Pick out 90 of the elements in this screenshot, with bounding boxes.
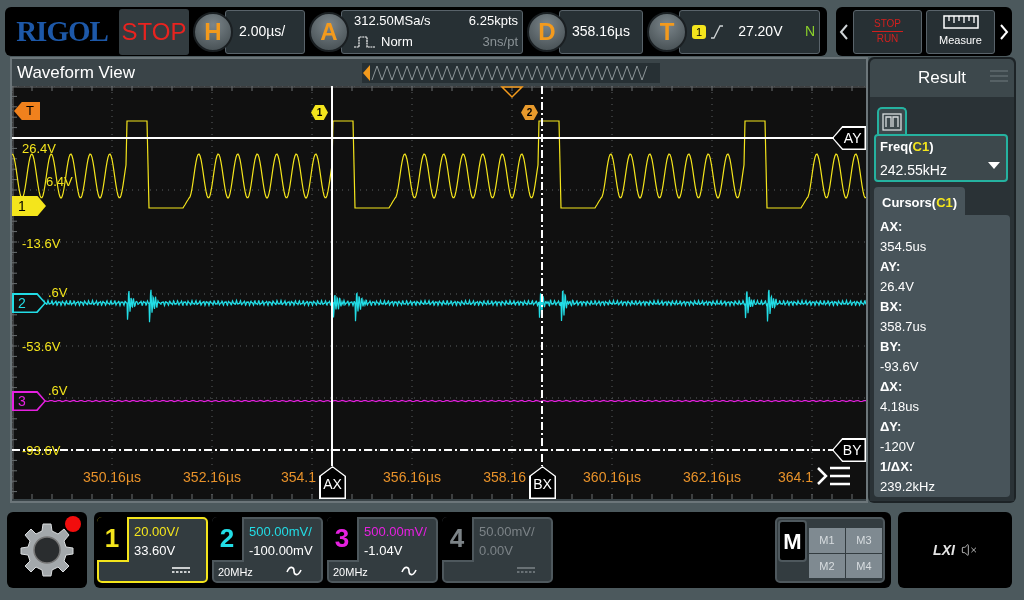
- channel-card[interactable]: 4 50.00mV/ 0.00V: [442, 517, 553, 583]
- cursor-result-label: BY:: [880, 337, 903, 356]
- acquisition-mode: Norm: [381, 33, 413, 52]
- vertical-scale: 50.00mV/: [479, 523, 535, 541]
- vertical-scale: 500.00mV/: [249, 523, 312, 541]
- channel-card[interactable]: 2 500.00mV/ -100.00mV 20MHz: [212, 517, 323, 583]
- vertical-scale: 500.00mV/: [364, 523, 427, 541]
- home-button[interactable]: [7, 512, 87, 588]
- cursor-tag[interactable]: AX: [319, 466, 346, 499]
- channel-number: 2: [212, 517, 244, 562]
- cursor-tag[interactable]: BX: [529, 466, 556, 499]
- time-label: 364.1: [777, 469, 813, 486]
- voltage-label: 26.4V: [22, 141, 56, 156]
- cursor-result-value: 4.18us: [880, 397, 921, 416]
- measure-button[interactable]: Measure: [926, 9, 995, 54]
- time-label: 362.16µs: [683, 469, 741, 486]
- cursor-result-value: 26.4V: [880, 277, 915, 296]
- measurement-type-icon[interactable]: [877, 107, 907, 134]
- time-label: 352.16µs: [183, 469, 241, 486]
- voltage-label: -13.6V: [22, 236, 61, 251]
- rising-edge-icon: [710, 24, 725, 39]
- voltage-label: .6V: [48, 285, 68, 300]
- channel-marker[interactable]: 2: [12, 293, 46, 313]
- vertical-offset: 33.60V: [134, 542, 176, 560]
- panel-title: Waveform View: [16, 61, 137, 84]
- cursor-line[interactable]: [541, 86, 543, 467]
- cursor-line[interactable]: [12, 449, 835, 451]
- trigger-source-badge: 1: [692, 24, 707, 39]
- voltage-label: -93.6V: [22, 443, 61, 458]
- ac-coupling-icon: [286, 566, 302, 576]
- vertical-offset: -1.04V: [364, 542, 403, 560]
- cursor-result-label: 1/ΔX:: [880, 457, 915, 476]
- channel-number: 4: [442, 517, 474, 562]
- brand-logo: RIGOL: [15, 13, 109, 49]
- time-label: 360.16µs: [583, 469, 641, 486]
- time-label: 358.16: [483, 469, 526, 486]
- mute-icon[interactable]: [960, 542, 977, 558]
- vertical-offset: 0.00V: [479, 542, 513, 560]
- bandwidth-limit: 20MHz: [333, 565, 368, 580]
- channel-card[interactable]: 1 20.00V/ 33.60V: [97, 517, 208, 583]
- position-marker: 2: [521, 105, 538, 120]
- trigger-position-icon: [500, 86, 524, 99]
- cursor-result-value: -93.6V: [880, 357, 920, 376]
- ac-coupling-icon: [401, 566, 417, 576]
- cursor-result-label: ΔX:: [880, 377, 904, 396]
- cursor-result-label: AX:: [880, 217, 904, 236]
- chevron-left-icon[interactable]: [839, 23, 849, 40]
- bandwidth-limit: 20MHz: [218, 565, 253, 580]
- trigger-level: 27.20V: [738, 22, 783, 41]
- measurement-selector[interactable]: Freq(C1) 242.55kHz: [874, 134, 1008, 182]
- dc-coupling-icon: [516, 566, 536, 574]
- voltage-label: .6V: [48, 383, 68, 398]
- channel-marker[interactable]: 3: [12, 391, 46, 411]
- horizontal-scale[interactable]: 2.00µs/: [225, 9, 305, 54]
- vertical-scale: 20.00V/: [134, 523, 179, 541]
- cursor-result-value: 354.5us: [880, 237, 928, 256]
- time-label: 356.16µs: [383, 469, 441, 486]
- channel-card[interactable]: 3 500.00mV/ -1.04V 20MHz: [327, 517, 438, 583]
- delay-value[interactable]: 358.16µs: [559, 9, 643, 54]
- time-label: 350.16µs: [83, 469, 141, 486]
- memory-depth: 6.25kpts: [467, 12, 518, 31]
- cursor-tag[interactable]: BY: [832, 438, 866, 462]
- cursor-result-value: 239.2kHz: [880, 477, 936, 496]
- vertical-offset: -100.00mV: [249, 542, 313, 560]
- math-button[interactable]: M: [778, 520, 807, 562]
- cursor-result-value: 358.7us: [880, 317, 928, 336]
- cursor-result-label: BX:: [880, 297, 904, 316]
- gear-icon: [17, 520, 77, 580]
- trigger-sweep: N: [804, 22, 815, 41]
- cursor-result-label: AY:: [880, 257, 902, 276]
- channel-number: 3: [327, 517, 359, 562]
- pulse-icon: [354, 36, 376, 48]
- sample-rate: 312.50MSa/s: [354, 12, 431, 31]
- time-resolution: 3ns/pt: [481, 33, 518, 52]
- voltage-label: -53.6V: [22, 339, 61, 354]
- time-label: 354.1: [280, 469, 316, 486]
- dropdown-icon: [988, 162, 1000, 169]
- lxi-logo: LXI: [933, 540, 955, 560]
- chevron-right-icon[interactable]: [999, 23, 1009, 40]
- panel-title: Result: [917, 67, 967, 90]
- trigger-level-marker[interactable]: T: [14, 102, 40, 120]
- cursor-result-label: ΔY:: [880, 417, 903, 436]
- ruler-icon: [942, 14, 979, 29]
- waveform-overview[interactable]: [362, 62, 660, 83]
- dc-coupling-icon: [171, 566, 191, 574]
- cursor-tag[interactable]: AY: [832, 126, 866, 150]
- channel-number: 1: [97, 517, 129, 562]
- cursor-results-tab[interactable]: Cursors(C1): [874, 187, 966, 215]
- cursor-result-value: -120V: [880, 437, 916, 456]
- position-marker: 1: [311, 105, 328, 120]
